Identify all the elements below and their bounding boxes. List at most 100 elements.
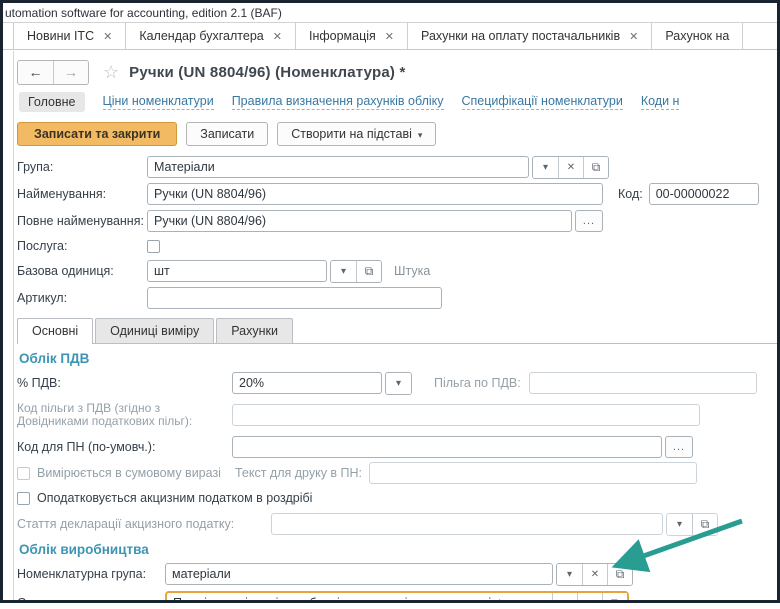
command-bar: Записати та закрити Записати Створити на… bbox=[17, 120, 777, 148]
row-article: Артикул: bbox=[17, 287, 777, 309]
window-titlebar: utomation software for accounting, editi… bbox=[3, 3, 777, 23]
close-icon[interactable]: ✕ bbox=[629, 30, 638, 43]
close-icon[interactable]: ✕ bbox=[273, 30, 282, 43]
open-icon[interactable]: ⧉ bbox=[607, 563, 632, 585]
forward-button[interactable]: → bbox=[53, 60, 88, 84]
excise-checkbox[interactable] bbox=[17, 491, 30, 505]
row-base-unit: Базова одиниця: ▾ ⧉ Штука bbox=[17, 259, 777, 283]
row-pn-code: Код для ПН (по-умовч.): ... bbox=[17, 436, 777, 458]
row-service: Послуга: bbox=[17, 237, 777, 255]
open-icon[interactable]: ⧉ bbox=[583, 156, 608, 178]
excise-article-field-buttons: ▾ ⧉ bbox=[666, 512, 718, 536]
dropdown-icon[interactable]: ▾ bbox=[667, 513, 692, 535]
navlink-kody[interactable]: Коди н bbox=[640, 94, 680, 110]
tab-label: Новини ІТС bbox=[27, 29, 95, 43]
excise-article-label: Стаття декларації акцизного податку: bbox=[17, 517, 235, 531]
form-content: ← → ☆ Ручки (UN 8804/96) (Номенклатура) … bbox=[3, 50, 777, 603]
pn-code-label: Код для ПН (по-умовч.): bbox=[17, 440, 156, 454]
navlink-spetsyfikatsii[interactable]: Специфікації номенклатури bbox=[461, 94, 623, 110]
back-button[interactable]: ← bbox=[18, 60, 53, 84]
close-icon[interactable]: ✕ bbox=[103, 30, 112, 43]
navlink-tsiny[interactable]: Ціни номенклатури bbox=[102, 94, 214, 110]
close-icon[interactable]: ✕ bbox=[385, 30, 394, 43]
production-section-heading: Облік виробництва bbox=[19, 542, 149, 557]
dropdown-icon[interactable]: ▾ bbox=[331, 260, 356, 282]
group-input[interactable] bbox=[147, 156, 529, 178]
app-window: utomation software for accounting, editi… bbox=[0, 0, 780, 603]
open-icon[interactable]: ⧉ bbox=[692, 513, 717, 535]
excise-article-input[interactable] bbox=[271, 513, 663, 535]
group-field-buttons: ▾ ✕ ⧉ bbox=[532, 155, 609, 179]
cost-item-label: Стаття витрат: bbox=[17, 596, 103, 603]
nomenclature-group-field-buttons: ▾ ✕ ⧉ bbox=[556, 562, 633, 586]
forward-icon: → bbox=[64, 64, 78, 80]
row-group: Група: ▾ ✕ ⧉ bbox=[17, 155, 777, 179]
nomenclature-group-label: Номенклатурна група: bbox=[17, 567, 147, 581]
tab-novyny-its[interactable]: Новини ІТС ✕ bbox=[13, 23, 125, 49]
dropdown-icon[interactable]: ▾ bbox=[552, 592, 577, 600]
code-label: Код: bbox=[618, 187, 643, 201]
row-name: Найменування: Код: bbox=[17, 183, 777, 205]
row-vat-benefit-code: Код пільги з ПДВ (згідно з Довідниками по… bbox=[17, 399, 777, 431]
nomenclature-group-input[interactable] bbox=[165, 563, 553, 585]
sum-measure-checkbox[interactable] bbox=[17, 466, 30, 480]
tab-kalendar[interactable]: Календар бухгалтера ✕ bbox=[125, 23, 295, 49]
article-label: Артикул: bbox=[17, 291, 68, 305]
dropdown-icon[interactable]: ▾ bbox=[533, 156, 558, 178]
ellipsis-icon[interactable]: ... bbox=[575, 210, 603, 232]
tab-osnovni[interactable]: Основні bbox=[17, 318, 94, 344]
tab-rakhunky[interactable]: Рахунки bbox=[216, 318, 293, 343]
base-unit-hint: Штука bbox=[394, 264, 431, 278]
name-label: Найменування: bbox=[17, 187, 107, 201]
vat-benefit-label: Пільга по ПДВ: bbox=[434, 376, 521, 390]
base-unit-field-buttons: ▾ ⧉ bbox=[330, 259, 382, 283]
clear-icon[interactable]: ✕ bbox=[558, 156, 583, 178]
save-and-close-button[interactable]: Записати та закрити bbox=[17, 122, 178, 146]
tab-label: Рахунки на оплату постачальників bbox=[421, 29, 621, 43]
service-checkbox[interactable] bbox=[147, 239, 160, 253]
service-label: Послуга: bbox=[17, 239, 68, 253]
pn-code-input[interactable] bbox=[232, 436, 662, 458]
dropdown-icon[interactable]: ▾ bbox=[557, 563, 582, 585]
navlink-holovne[interactable]: Головне bbox=[19, 92, 85, 112]
clear-icon[interactable] bbox=[577, 592, 602, 600]
cost-item-highlighted-field: ▾ ⧉ bbox=[165, 590, 629, 600]
chevron-down-icon: ▾ bbox=[417, 130, 423, 140]
left-rail-divider bbox=[13, 51, 14, 600]
article-input[interactable] bbox=[147, 287, 442, 309]
nav-links-row: Головне Ціни номенклатури Правила визнач… bbox=[19, 90, 777, 114]
pn-print-label: Текст для друку в ПН: bbox=[234, 466, 363, 480]
tab-odynytsi-vymiru[interactable]: Одиниці виміру bbox=[95, 318, 215, 343]
tab-rakhunok-na[interactable]: Рахунок на bbox=[651, 23, 744, 49]
back-icon: ← bbox=[28, 64, 43, 80]
navlink-pravyla[interactable]: Правила визначення рахунків обліку bbox=[231, 94, 444, 110]
history-nav: ← → bbox=[17, 59, 89, 85]
dropdown-icon[interactable]: ▾ bbox=[386, 372, 411, 394]
pn-print-input[interactable] bbox=[369, 462, 698, 484]
page-title: Ручки (UN 8804/96) (Номенклатура) * bbox=[129, 63, 406, 81]
full-name-label: Повне найменування: bbox=[17, 214, 144, 228]
ellipsis-icon[interactable]: ... bbox=[665, 436, 693, 458]
cost-item-input[interactable] bbox=[167, 592, 552, 600]
clear-icon[interactable]: ✕ bbox=[582, 563, 607, 585]
group-label: Група: bbox=[17, 160, 54, 174]
base-unit-input[interactable] bbox=[147, 260, 327, 282]
open-icon[interactable]: ⧉ bbox=[602, 592, 627, 600]
open-icon[interactable]: ⧉ bbox=[356, 260, 381, 282]
header-row: ← → ☆ Ручки (UN 8804/96) (Номенклатура) … bbox=[17, 58, 777, 86]
favorite-star-icon[interactable]: ☆ bbox=[103, 62, 119, 83]
vat-rate-input[interactable] bbox=[232, 372, 382, 394]
vat-rate-label: % ПДВ: bbox=[17, 376, 61, 390]
save-button[interactable]: Записати bbox=[186, 122, 269, 146]
code-input[interactable] bbox=[648, 183, 759, 205]
tab-rakhunky-oplatu[interactable]: Рахунки на оплату постачальників ✕ bbox=[407, 23, 651, 49]
base-unit-label: Базова одиниця: bbox=[17, 264, 114, 278]
full-name-input[interactable] bbox=[147, 210, 572, 232]
window-title: utomation software for accounting, editi… bbox=[5, 6, 282, 20]
row-vat-rate: % ПДВ: ▾ Пільга по ПДВ: bbox=[17, 371, 777, 395]
vat-benefit-code-input[interactable] bbox=[232, 404, 700, 426]
vat-benefit-input[interactable] bbox=[528, 372, 757, 394]
create-based-on-button[interactable]: Створити на підставі ▾ bbox=[277, 122, 437, 146]
tab-informatsiia[interactable]: Інформація ✕ bbox=[294, 23, 407, 49]
name-input[interactable] bbox=[147, 183, 603, 205]
